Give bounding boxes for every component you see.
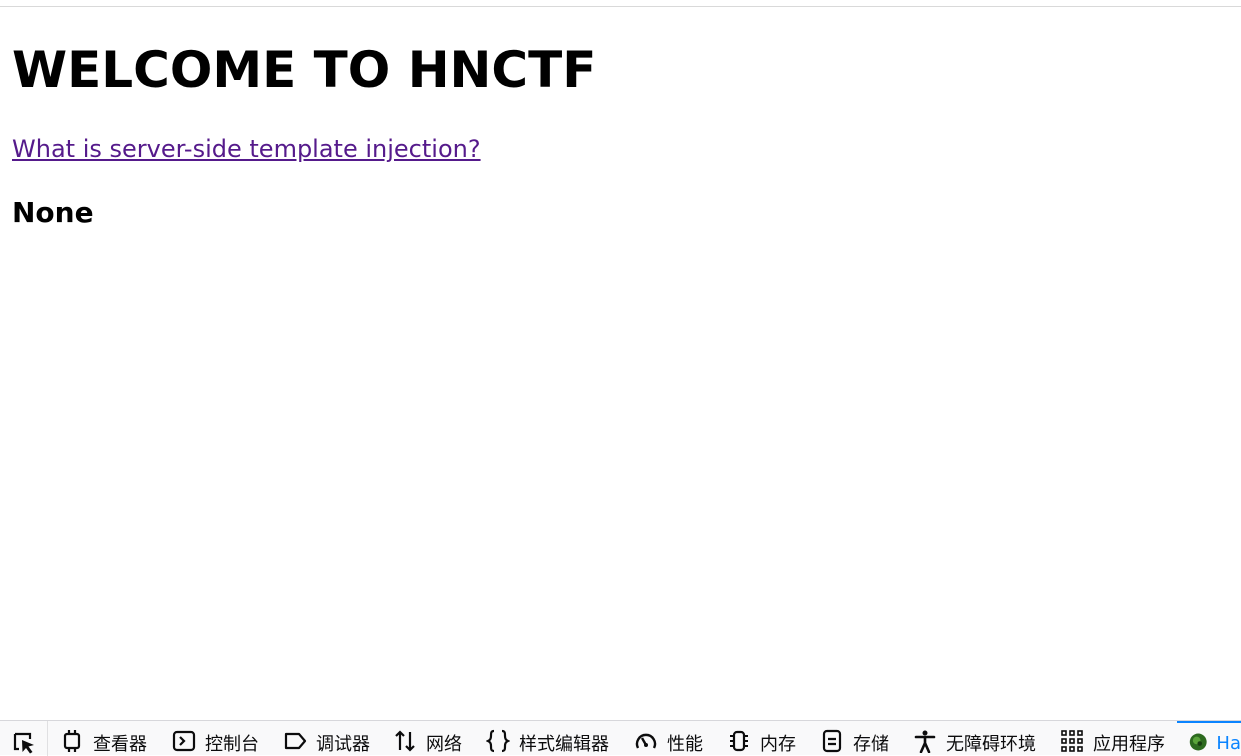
- application-icon: [1061, 729, 1083, 752]
- tab-application[interactable]: 应用程序: [1060, 721, 1165, 756]
- ssti-link[interactable]: What is server-side template injection?: [12, 135, 481, 163]
- memory-icon: [730, 730, 748, 751]
- style-editor-icon: [486, 729, 510, 752]
- network-icon: [395, 729, 415, 752]
- tab-label: 无障碍环境: [946, 733, 1036, 755]
- page-content: WELCOME TO HNCTF What is server-side tem…: [0, 7, 1241, 720]
- tab-label: 网络: [426, 733, 462, 755]
- storage-icon: [822, 729, 842, 752]
- tab-network[interactable]: 网络: [393, 721, 462, 756]
- tab-inspector[interactable]: 查看器: [60, 721, 147, 756]
- tab-label: Ha: [1216, 733, 1241, 754]
- tab-label: 存储: [853, 733, 889, 755]
- tab-debugger[interactable]: 调试器: [283, 721, 370, 756]
- inspector-icon: [63, 729, 81, 752]
- element-picker-button[interactable]: [0, 721, 48, 756]
- tab-extension[interactable]: Ha: [1177, 721, 1241, 756]
- debugger-icon: [284, 732, 307, 749]
- performance-icon: [635, 733, 657, 749]
- tab-label: 性能: [667, 733, 703, 755]
- tab-performance[interactable]: 性能: [634, 721, 703, 756]
- page-title: WELCOME TO HNCTF: [12, 41, 597, 99]
- tab-style-editor[interactable]: 样式编辑器: [486, 721, 609, 756]
- tab-label: 应用程序: [1093, 733, 1165, 755]
- element-picker-icon: [13, 732, 34, 754]
- tab-storage[interactable]: 存储: [820, 721, 889, 756]
- tab-memory[interactable]: 内存: [727, 721, 796, 756]
- tab-label: 内存: [760, 733, 796, 755]
- devtools-toolbar: 查看器 控制台 调试器 网络 样式编辑器 性能 内存 存储 无障碍环境 应用程序…: [0, 720, 1241, 756]
- tab-label: 查看器: [93, 733, 147, 755]
- tab-label: 调试器: [316, 733, 370, 755]
- tab-console[interactable]: 控制台: [172, 721, 259, 756]
- console-icon: [172, 730, 196, 751]
- result-text: None: [12, 196, 94, 229]
- tab-label: 样式编辑器: [519, 733, 609, 755]
- accessibility-icon: [914, 730, 936, 753]
- tab-label: 控制台: [205, 733, 259, 755]
- extension-icon: [1189, 733, 1207, 750]
- tab-accessibility[interactable]: 无障碍环境: [913, 721, 1036, 756]
